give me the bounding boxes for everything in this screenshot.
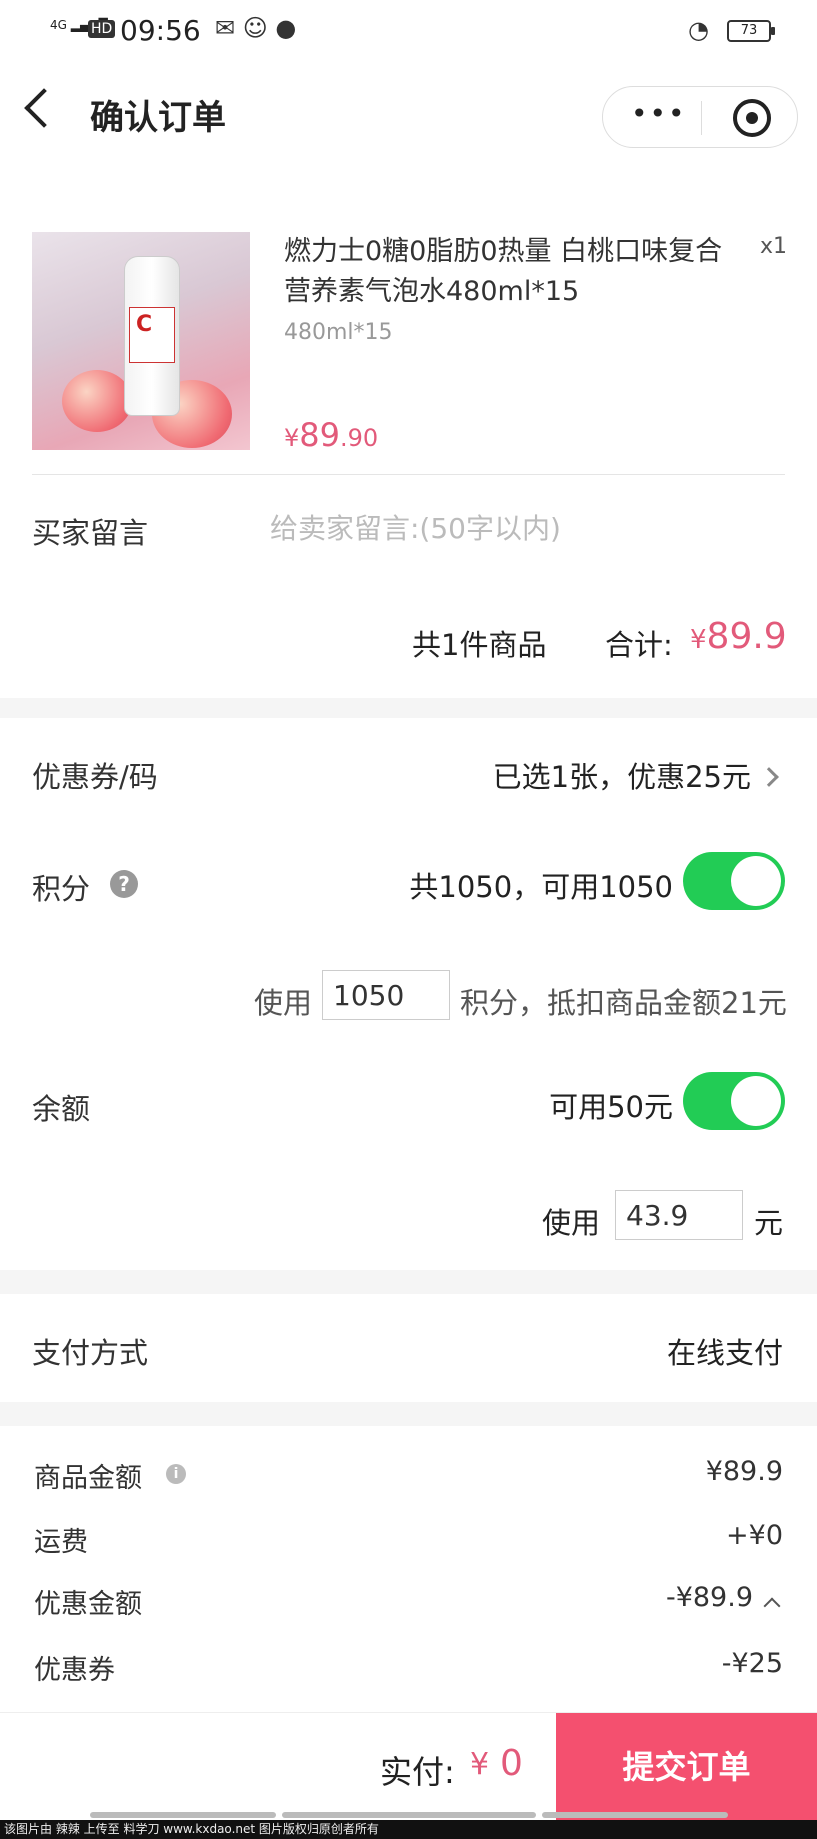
mini-program-capsule: ••• (602, 86, 798, 148)
summary-label: 商品金额 (34, 1463, 142, 1494)
bottle-label: C (129, 307, 175, 363)
submit-order-button[interactable]: 提交订单 (556, 1713, 817, 1821)
summary-label: 运费 (34, 1527, 88, 1558)
bottle-illustration: C (124, 256, 180, 416)
back-icon[interactable] (24, 88, 64, 128)
coupon-label: 优惠券/码 (32, 760, 158, 794)
item-count: 共1件商品 (412, 628, 547, 662)
coupon-row[interactable]: 优惠券/码 已选1张，优惠25元 (0, 738, 817, 812)
info-icon[interactable]: i (166, 1464, 186, 1484)
subtotal-label: 合计: (605, 628, 673, 662)
capsule-divider (701, 101, 702, 135)
home-indicator (90, 1812, 276, 1818)
payment-value: 在线支付 (666, 1336, 783, 1370)
watermark-text: 该图片由 辣辣 上传至 料学刀 www.kxdao.net 图片版权归原创者所有 (0, 1820, 817, 1839)
coupon-value: 已选1张，优惠25元 (492, 760, 751, 794)
points-label: 积分 (32, 872, 91, 906)
nav-bar: 确认订单 ••• (0, 64, 817, 160)
balance-use-input[interactable] (615, 1190, 743, 1240)
message-input[interactable] (270, 508, 770, 548)
help-icon[interactable]: ? (110, 870, 138, 898)
subtotal-value: ¥89.9 (690, 616, 787, 657)
summary-label: 优惠券 (34, 1655, 115, 1686)
battery-icon: 73 (727, 20, 775, 42)
summary-label: 优惠金额 (34, 1589, 142, 1620)
product-section: C 燃力士0糖0脂肪0热量 白桃口味复合营养素气泡水480ml*15 x1 48… (0, 160, 817, 698)
order-summary: 商品金额 i ¥89.9 运费 +¥0 优惠金额 -¥89.9 优惠券 -¥25 (0, 1426, 817, 1712)
wifi-icon: ◔ (688, 16, 709, 44)
status-bar: 4G ▂▄▆█ HD 09:56 ✉ ☺ ● ◔ 73 (0, 0, 817, 64)
points-use-input[interactable] (322, 970, 450, 1020)
chevron-right-icon (759, 767, 779, 787)
product-quantity: x1 (760, 234, 788, 259)
hd-badge: HD (88, 20, 116, 38)
balance-toggle[interactable] (683, 1072, 785, 1130)
balance-use-prefix: 使用 (542, 1206, 601, 1240)
product-spec: 480ml*15 (284, 320, 393, 345)
home-indicator (282, 1812, 536, 1818)
product-image[interactable]: C (32, 232, 250, 450)
status-time: 09:56 (120, 14, 201, 47)
product-price: ¥89.90 (284, 416, 379, 454)
points-toggle[interactable] (683, 852, 785, 910)
brand-logo: C (136, 312, 153, 337)
home-indicator (542, 1812, 728, 1818)
page-title: 确认订单 (90, 98, 226, 138)
summary-value: ¥89.9 (705, 1456, 783, 1487)
points-use-prefix: 使用 (254, 986, 313, 1020)
balance-available: 可用50元 (549, 1090, 673, 1124)
notification-icons: ✉ ☺ ● (215, 14, 297, 42)
payment-method-row[interactable]: 支付方式 在线支付 (0, 1294, 817, 1402)
pay-label: 实付: (380, 1753, 455, 1791)
pay-amount: 0 (500, 1743, 523, 1784)
summary-value: +¥0 (726, 1520, 783, 1551)
message-label: 买家留言 (32, 516, 149, 550)
points-available: 共1050，可用1050 (409, 870, 673, 904)
product-name[interactable]: 燃力士0糖0脂肪0热量 白桃口味复合营养素气泡水480ml*15 (284, 232, 734, 312)
discount-section: 优惠券/码 已选1张，优惠25元 积分 ? 共1050，可用1050 使用 积分… (0, 718, 817, 1270)
peach-illustration (62, 370, 132, 432)
more-dots-icon[interactable]: ••• (631, 97, 687, 130)
points-use-suffix: 积分，抵扣商品金额21元 (460, 986, 787, 1020)
payment-label: 支付方式 (32, 1336, 149, 1370)
chevron-up-icon[interactable] (763, 1597, 781, 1615)
bottom-bar: 实付: ¥ 0 提交订单 (0, 1712, 817, 1821)
pay-currency: ¥ (470, 1747, 490, 1782)
balance-use-suffix: 元 (754, 1206, 784, 1240)
divider (32, 474, 785, 475)
target-icon[interactable] (733, 99, 771, 137)
summary-value: -¥89.9 (665, 1582, 753, 1613)
balance-label: 余额 (32, 1092, 91, 1126)
summary-value: -¥25 (721, 1648, 783, 1679)
